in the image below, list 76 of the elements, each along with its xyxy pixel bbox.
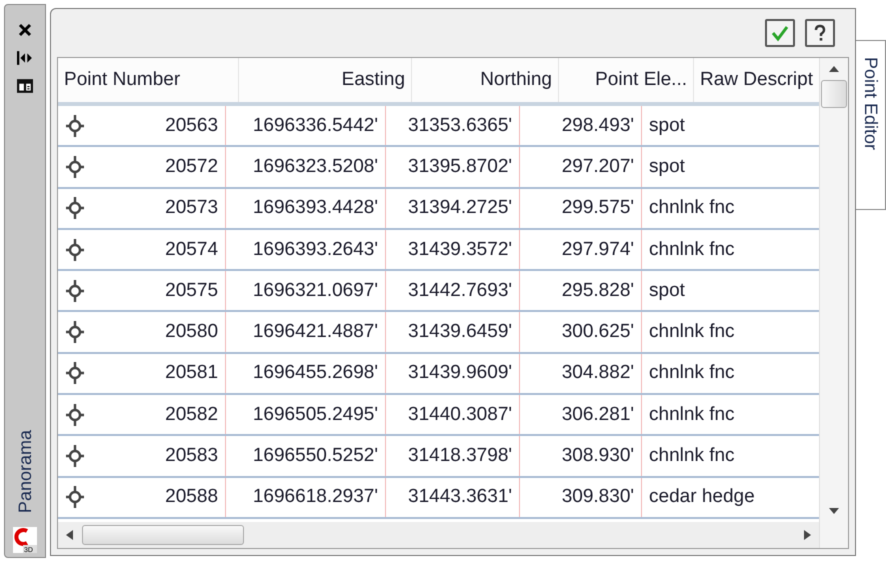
table-cell-text: 20583 (164, 445, 218, 468)
table-cell-text: 20580 (164, 321, 218, 344)
table-cell-text: 297.207' (560, 156, 634, 178)
table-cell-text: 295.828' (560, 280, 634, 302)
table-cell-text: 31443.3631' (407, 486, 512, 508)
close-icon[interactable] (18, 23, 32, 37)
table-cell-text: 1696321.0697' (252, 280, 378, 302)
table-cell-text: chnlnk fnc (649, 238, 736, 261)
panorama-tab[interactable]: Panorama (14, 430, 36, 513)
point-icon (65, 114, 86, 138)
point-icon (65, 278, 86, 303)
table-cell-text: 31394.2725' (407, 197, 512, 220)
table-cell-text: 20574 (164, 238, 218, 261)
table-cell-text: 1696421.4887' (252, 321, 378, 344)
table-cell-text: 1696323.5208' (252, 156, 378, 178)
horizontal-scrollbar[interactable] (58, 522, 819, 548)
table-cell-text: 304.882' (560, 362, 634, 384)
table-cell-text: 20588 (164, 486, 218, 508)
point-icon (65, 444, 86, 468)
point-icon (65, 485, 86, 510)
table-cell-text: 20573 (164, 197, 218, 220)
table-cell-text: 31395.8702' (407, 156, 512, 178)
point-icon (65, 154, 86, 179)
table-cell-text: 300.625' (560, 321, 634, 344)
help-button[interactable] (805, 19, 835, 47)
table-cell-text: 20572 (164, 156, 218, 178)
table-cell-text: 31439.6459' (407, 321, 512, 344)
scroll-right-icon[interactable] (803, 530, 811, 540)
apply-button[interactable] (765, 19, 795, 47)
table-cell-text: 1696505.2495' (252, 404, 378, 426)
table-cell-text: chnlnk fnc (649, 362, 736, 384)
table-cell-text: 306.281' (560, 404, 634, 426)
point-icon (65, 402, 86, 427)
table-cell-text: 31418.3798' (407, 445, 512, 468)
table-cell-text: 20563 (164, 114, 218, 137)
table-cell-text: chnlnk fnc (649, 445, 736, 468)
scroll-left-icon[interactable] (66, 530, 74, 540)
table-cell-text: 31440.3087' (407, 404, 512, 426)
table-cell-text: 1696550.5252' (252, 445, 378, 468)
table-cell-text: 31442.7693' (407, 280, 512, 302)
table-cell-text: 309.830' (560, 486, 634, 508)
table-cell-text: chnlnk fnc (649, 197, 736, 220)
table-cell-text: 31439.3572' (407, 238, 512, 261)
table-cell-text: chnlnk fnc (649, 404, 736, 426)
table-cell-text: 1696393.2643' (252, 238, 378, 261)
table-cell-text: 20582 (164, 404, 218, 426)
table-cell-text: spot (649, 156, 686, 178)
table-cell-text: 298.493' (560, 114, 634, 137)
vertical-scrollbar[interactable] (819, 58, 848, 548)
point-editor-tab[interactable]: Point Editor (856, 40, 886, 210)
table-cell-text: 31439.9609' (407, 362, 512, 384)
table-cell-text: 297.974' (560, 238, 634, 261)
table-cell-text: 1696618.2937' (252, 486, 378, 508)
expand-icon[interactable] (17, 51, 33, 65)
properties-icon[interactable] (17, 79, 33, 93)
point-icon (65, 320, 86, 344)
scroll-down-icon[interactable] (829, 508, 839, 514)
table-cell-text: spot (649, 280, 686, 302)
point-icon (65, 238, 86, 262)
table-cell-text: 299.575' (560, 197, 634, 220)
table-cell-text: 20575 (164, 280, 218, 302)
table-cell-text: 20581 (164, 362, 218, 384)
table-cell-text: 1696455.2698' (252, 362, 378, 384)
scroll-thumb[interactable] (82, 525, 244, 545)
scroll-thumb[interactable] (821, 80, 847, 108)
table-cell-text: chnlnk fnc (649, 321, 736, 344)
table-cell-text: 308.930' (560, 445, 634, 468)
point-icon (65, 361, 86, 386)
table-cell-text: 1696336.5442' (252, 114, 378, 137)
table-cell-text: 1696393.4428' (252, 197, 378, 220)
table-cell-text: cedar hedge (649, 486, 756, 508)
table-cell-text: 31353.6365' (407, 114, 512, 137)
checkmark-icon (770, 23, 790, 43)
point-icon (65, 196, 86, 220)
table-cell-text: spot (649, 114, 686, 137)
scroll-up-icon[interactable] (829, 66, 839, 72)
